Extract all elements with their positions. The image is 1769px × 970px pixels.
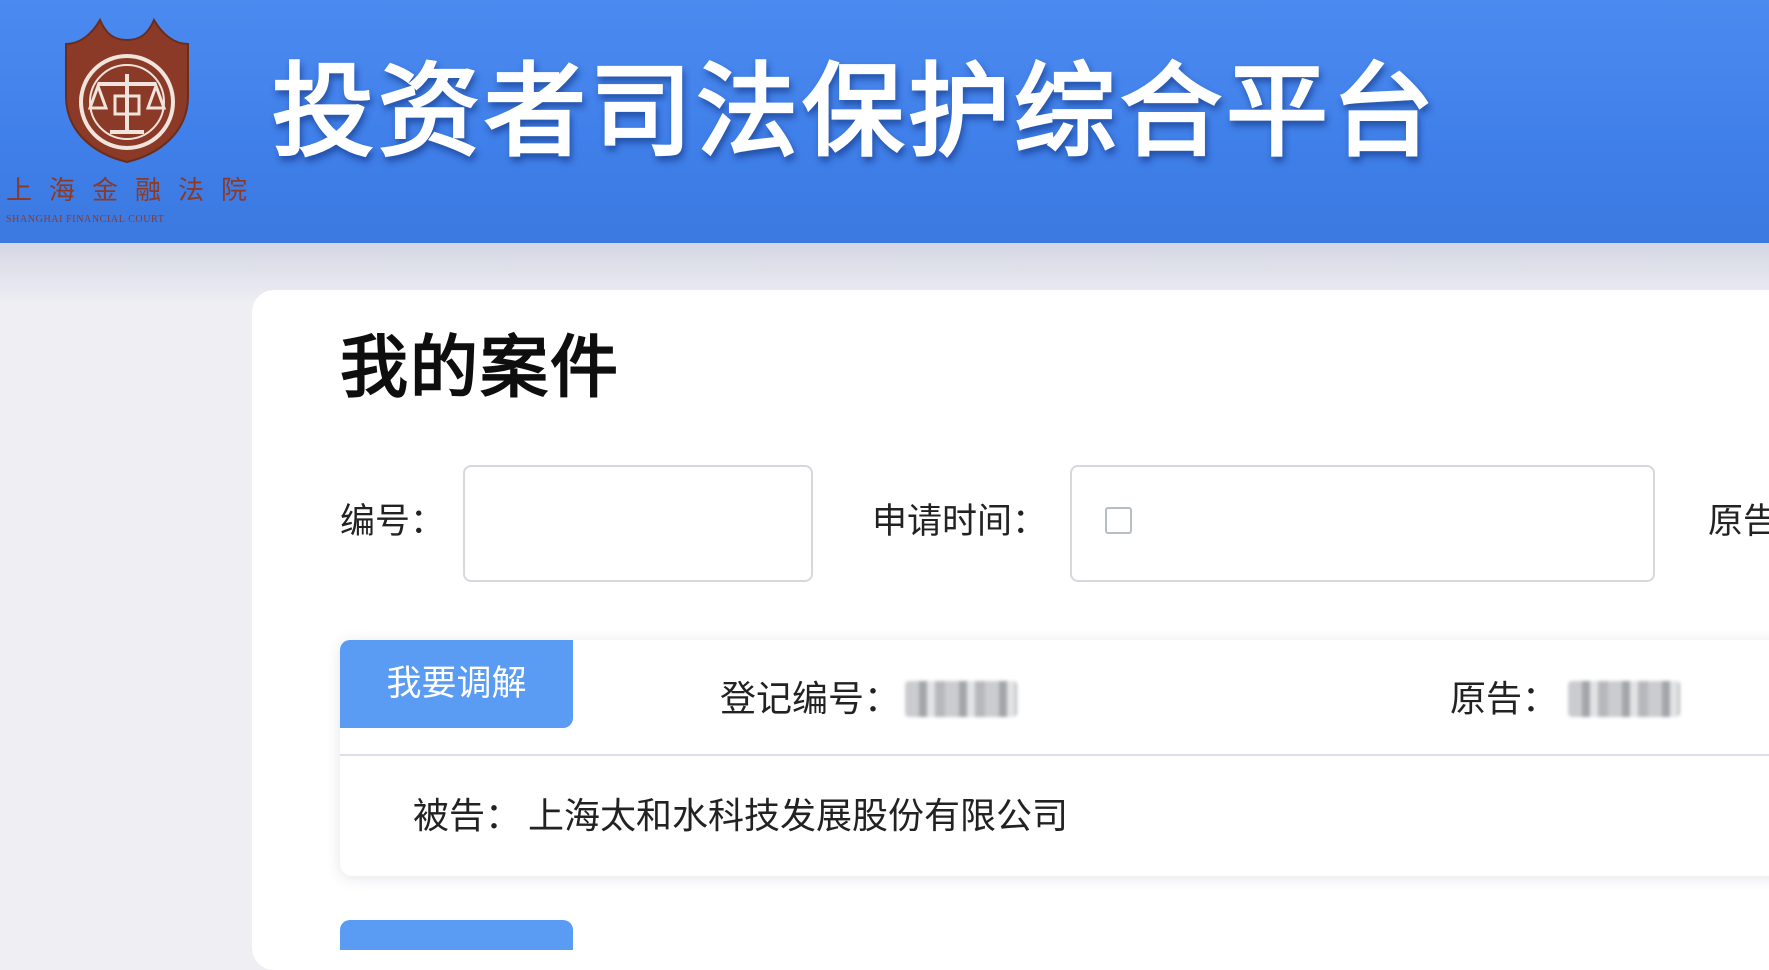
defendant-label: 被告： [413,796,522,837]
plaintiff-filter-label: 原告 [1708,502,1769,542]
date-range-checkbox[interactable] [1105,507,1132,534]
registration-number-masked [905,681,1017,717]
plaintiff-masked [1568,681,1680,717]
defendant-value: 上海太和水科技发展股份有限公司 [528,796,1069,837]
court-name-en: SHANGHAI FINANCIAL COURT [6,214,165,225]
number-filter-label: 编号： [340,502,446,542]
apply-time-date-picker[interactable] [1070,465,1655,582]
next-case-card-edge [340,920,573,950]
mediate-button[interactable]: 我要调解 [340,640,573,728]
registration-number-label: 登记编号： [720,679,901,720]
header-bar: 上海金融法院 SHANGHAI FINANCIAL COURT 投资者司法保护综… [0,0,1769,243]
number-filter-input[interactable] [463,465,813,582]
case-divider [340,754,1769,756]
platform-title: 投资者司法保护综合平台 [272,53,1438,172]
court-name-cn: 上海金融法院 [6,176,265,206]
apply-time-filter-label: 申请时间： [872,502,1048,542]
case-plaintiff-label: 原告： [1450,679,1559,720]
court-emblem-icon [65,17,189,164]
page-title: 我的案件 [340,329,621,408]
